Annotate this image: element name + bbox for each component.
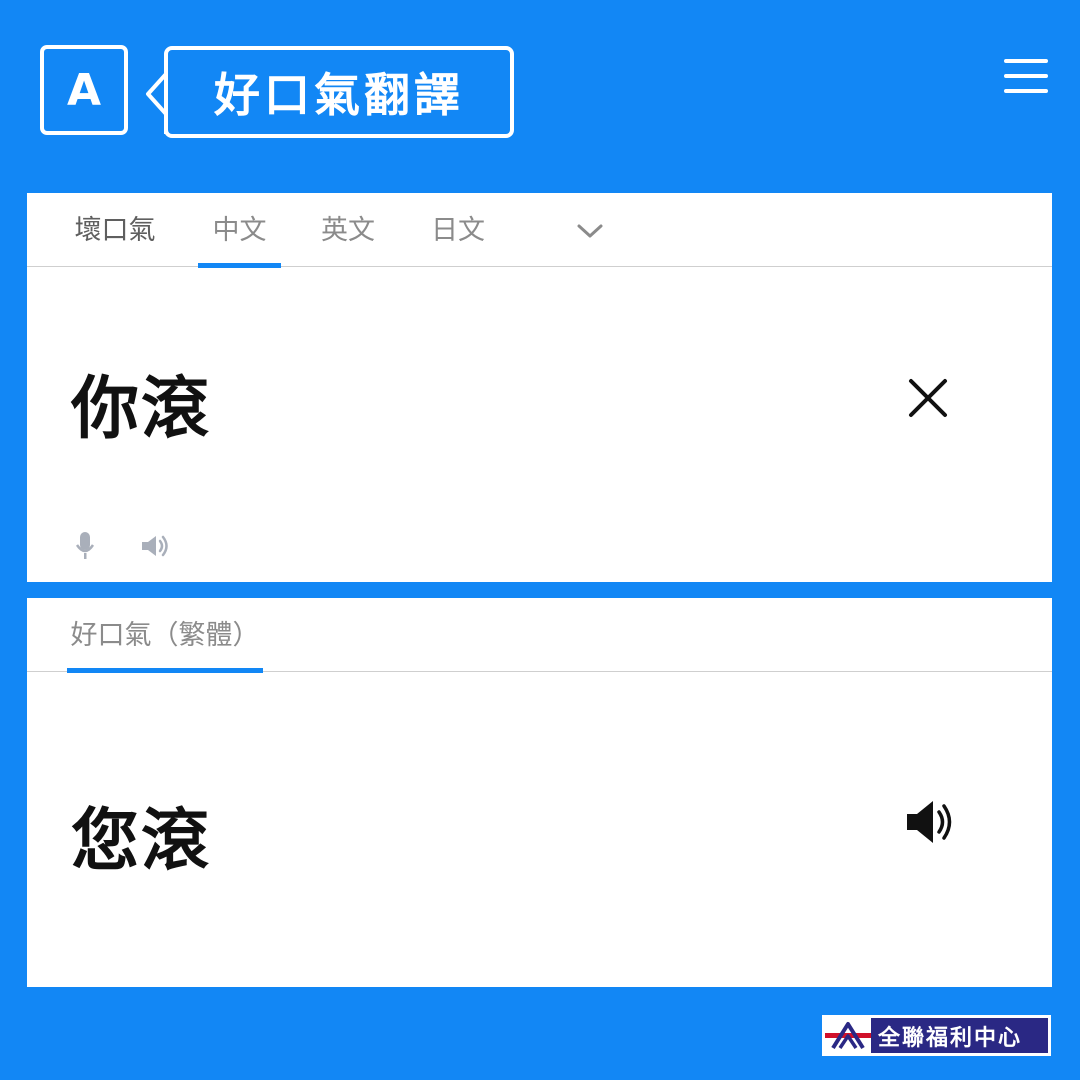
source-language-tabs: 壞口氣 中文 英文 日文 [27, 193, 1052, 268]
tab-japanese[interactable]: 日文 [417, 193, 499, 266]
logo-letter: A [66, 64, 102, 116]
chevron-down-icon[interactable] [575, 218, 605, 242]
source-text-input[interactable]: 你滾 [71, 353, 211, 452]
brand-badge: 全聯福利中心 [822, 1015, 1051, 1056]
speaker-icon[interactable] [905, 798, 959, 846]
speaker-icon[interactable] [140, 534, 170, 558]
close-icon[interactable] [907, 377, 949, 419]
app-title-box: 好口氣翻譯 [164, 46, 514, 138]
tab-bad-tone[interactable]: 壞口氣 [71, 193, 159, 266]
output-panel: 好口氣（繁體） 您滾 [27, 598, 1052, 987]
logo-letter-box: A [40, 45, 128, 135]
input-panel: 壞口氣 中文 英文 日文 你滾 [27, 193, 1052, 582]
brand-logo-icon [825, 1018, 871, 1053]
translated-text: 您滾 [71, 802, 212, 881]
microphone-icon[interactable] [75, 531, 95, 561]
tab-chinese[interactable]: 中文 [198, 193, 281, 266]
tab-selected-indicator [198, 263, 281, 268]
brand-name: 全聯福利中心 [878, 1025, 1023, 1051]
tab-english[interactable]: 英文 [307, 193, 389, 266]
tab-good-tone-traditional[interactable]: 好口氣（繁體） [67, 598, 263, 671]
target-language-tabs: 好口氣（繁體） [27, 598, 1052, 673]
app-title: 好口氣翻譯 [214, 68, 464, 122]
tab-selected-indicator [67, 668, 263, 673]
hamburger-menu-icon[interactable] [1004, 59, 1048, 93]
